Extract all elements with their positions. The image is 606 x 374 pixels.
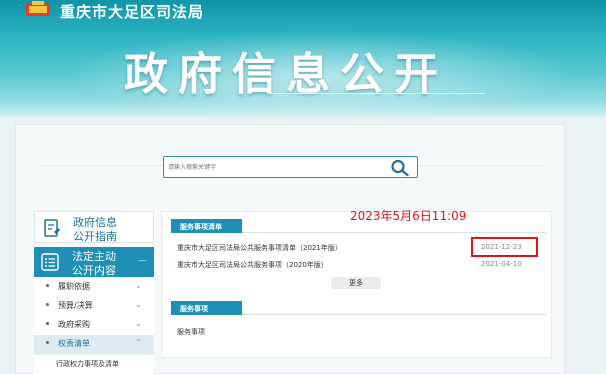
chevron-down-icon[interactable]: ⌄ bbox=[135, 319, 142, 328]
logo-icon[interactable] bbox=[24, 0, 52, 18]
timestamp-annotation: 2023年5月6日11:09 bbox=[350, 209, 467, 223]
section-header-service: 服务事项 bbox=[171, 301, 242, 315]
guide-label-line2: 公开指南 bbox=[73, 230, 117, 243]
section-divider bbox=[242, 232, 547, 233]
sidebar-subitem-label: 行政权力事项及清单 bbox=[56, 360, 119, 368]
law-label-line2: 公开内容 bbox=[72, 264, 116, 277]
divider-left bbox=[40, 165, 163, 166]
sidebar-subitem[interactable]: 行政权力事项及清单 bbox=[34, 355, 154, 374]
collapse-icon[interactable]: — bbox=[138, 256, 147, 266]
highlight-box bbox=[471, 237, 538, 257]
chevron-up-icon[interactable]: ⌃ bbox=[135, 338, 142, 347]
list-item-date: 2021-04-10 bbox=[481, 260, 522, 268]
sidebar-item-budget[interactable]: 预算/决算 ⌄ bbox=[34, 297, 154, 317]
sidebar-item-label: 履职依据 bbox=[58, 282, 90, 291]
title-underline bbox=[270, 93, 485, 94]
more-button[interactable]: 更多 bbox=[331, 277, 381, 289]
search-icon[interactable] bbox=[390, 159, 410, 177]
sidebar-item-label: 政府采购 bbox=[58, 320, 90, 329]
sidebar-item-guide[interactable]: 政府信息 公开指南 bbox=[34, 211, 154, 243]
sidebar-item-mandatory-disclosure[interactable]: 法定主动 公开内容 — bbox=[34, 247, 154, 277]
site-name[interactable]: 重庆市大足区司法局 bbox=[60, 1, 204, 22]
list-item-title[interactable]: 重庆市大足区司法局公共服务事项清单（2021年版） bbox=[177, 243, 342, 253]
header-banner: 重庆市大足区司法局 政府信息公开 bbox=[0, 0, 606, 118]
sidebar-item-basis[interactable]: 履职依据 ⌄ bbox=[34, 278, 154, 298]
sidebar-item-procurement[interactable]: 政府采购 ⌄ bbox=[34, 316, 154, 336]
document-icon bbox=[44, 219, 60, 237]
list-item-title[interactable]: 服务事项 bbox=[177, 327, 205, 337]
sidebar-item-label: 预算/决算 bbox=[58, 301, 93, 310]
list-icon bbox=[41, 253, 59, 271]
bullet-icon bbox=[46, 303, 49, 306]
list-item-title[interactable]: 重庆市大足区司法局公共服务事项（2020年版） bbox=[177, 260, 328, 270]
bullet-icon bbox=[46, 322, 49, 325]
sidebar-item-power-list[interactable]: 权责清单 ⌃ bbox=[34, 335, 154, 355]
bullet-icon bbox=[46, 341, 49, 344]
search-input[interactable] bbox=[168, 160, 368, 175]
divider-right bbox=[419, 165, 545, 166]
section-header-service-list: 服务事项清单 bbox=[171, 219, 242, 233]
sidebar-item-label: 权责清单 bbox=[58, 339, 90, 348]
bullet-icon bbox=[46, 284, 49, 287]
search-box[interactable] bbox=[163, 156, 418, 178]
chevron-down-icon[interactable]: ⌄ bbox=[135, 281, 142, 290]
section-divider bbox=[242, 314, 547, 315]
chevron-down-icon[interactable]: ⌄ bbox=[135, 300, 142, 309]
